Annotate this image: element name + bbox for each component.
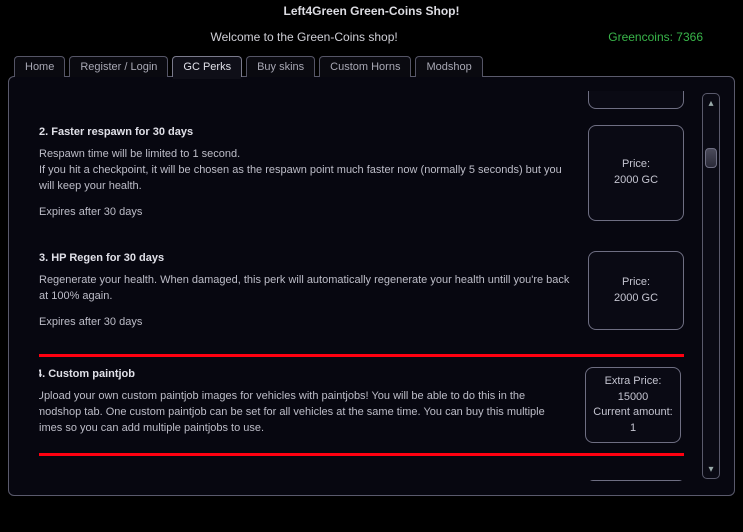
perks-panel: 2. Faster respawn for 30 days Respawn tim… xyxy=(8,76,735,496)
price-line: Price: xyxy=(622,275,650,290)
perk-title: 2. Faster respawn for 30 days xyxy=(39,125,572,141)
perk-description: Regenerate your health. When damaged, th… xyxy=(39,273,572,305)
scroll-track[interactable] xyxy=(703,110,719,462)
price-box[interactable]: Extra Price:15000Current amount:1 xyxy=(585,367,681,443)
price-box[interactable]: Price:2000 GC xyxy=(588,125,684,221)
perk-expires: Expires after 30 days xyxy=(39,315,572,331)
perk-list: 2. Faster respawn for 30 days Respawn tim… xyxy=(39,91,684,481)
tab-home[interactable]: Home xyxy=(14,56,65,77)
greencoins-label: Greencoins: xyxy=(608,30,673,44)
perk-text: 4. Custom paintjob Upload your own custom… xyxy=(39,367,569,443)
perk-description: Respawn time will be limited to 1 second… xyxy=(39,147,572,195)
price-line: 2000 GC xyxy=(614,291,658,306)
perk-expires: Expires after 30 days xyxy=(39,205,572,221)
perk-item: 5. Voice xyxy=(39,474,684,481)
tab-gc-perks[interactable]: GC Perks xyxy=(172,56,242,77)
price-line: Current amount: xyxy=(593,405,672,420)
tab-bar: HomeRegister / LoginGC PerksBuy skinsCus… xyxy=(0,56,743,77)
price-line: 2000 GC xyxy=(614,173,658,188)
perk-item: 4. Custom paintjob Upload your own custom… xyxy=(39,354,684,456)
price-line: Extra Price: xyxy=(605,374,662,389)
tab-register-login[interactable]: Register / Login xyxy=(69,56,168,77)
perk-text: 5. Voice xyxy=(39,480,572,481)
perk-description: Upload your own custom paintjob images f… xyxy=(39,389,569,437)
perk-title: 4. Custom paintjob xyxy=(39,367,569,383)
scrollbar[interactable]: ▴ ▾ xyxy=(702,93,720,479)
app-title: Left4Green Green-Coins Shop! xyxy=(0,0,743,30)
greencoins-counter: Greencoins: 7366 xyxy=(608,30,703,44)
price-line: Price: xyxy=(622,157,650,172)
perk-title: 5. Voice xyxy=(39,480,572,481)
perk-title: 3. HP Regen for 30 days xyxy=(39,251,572,267)
header-row: Welcome to the Green-Coins shop! Greenco… xyxy=(0,30,743,44)
tab-buy-skins[interactable]: Buy skins xyxy=(246,56,315,77)
scroll-down-button[interactable]: ▾ xyxy=(704,462,718,476)
tab-modshop[interactable]: Modshop xyxy=(415,56,482,77)
perk-item: 2. Faster respawn for 30 days Respawn tim… xyxy=(39,119,684,227)
price-line: 1 xyxy=(630,421,636,436)
welcome-text: Welcome to the Green-Coins shop! xyxy=(0,30,608,44)
price-box[interactable]: Price:2000 GC xyxy=(588,251,684,331)
scroll-thumb[interactable] xyxy=(705,148,717,168)
greencoins-value: 7366 xyxy=(676,30,703,44)
perk-text: 3. HP Regen for 30 days Regenerate your h… xyxy=(39,251,572,331)
tab-custom-horns[interactable]: Custom Horns xyxy=(319,56,411,77)
perk-text: 2. Faster respawn for 30 days Respawn tim… xyxy=(39,125,572,221)
price-line: 15000 xyxy=(618,390,649,405)
scroll-up-button[interactable]: ▴ xyxy=(704,96,718,110)
price-box-partial-top[interactable] xyxy=(588,91,684,109)
perk-item: 3. HP Regen for 30 days Regenerate your h… xyxy=(39,245,684,337)
price-box-partial-bottom[interactable] xyxy=(588,480,684,481)
